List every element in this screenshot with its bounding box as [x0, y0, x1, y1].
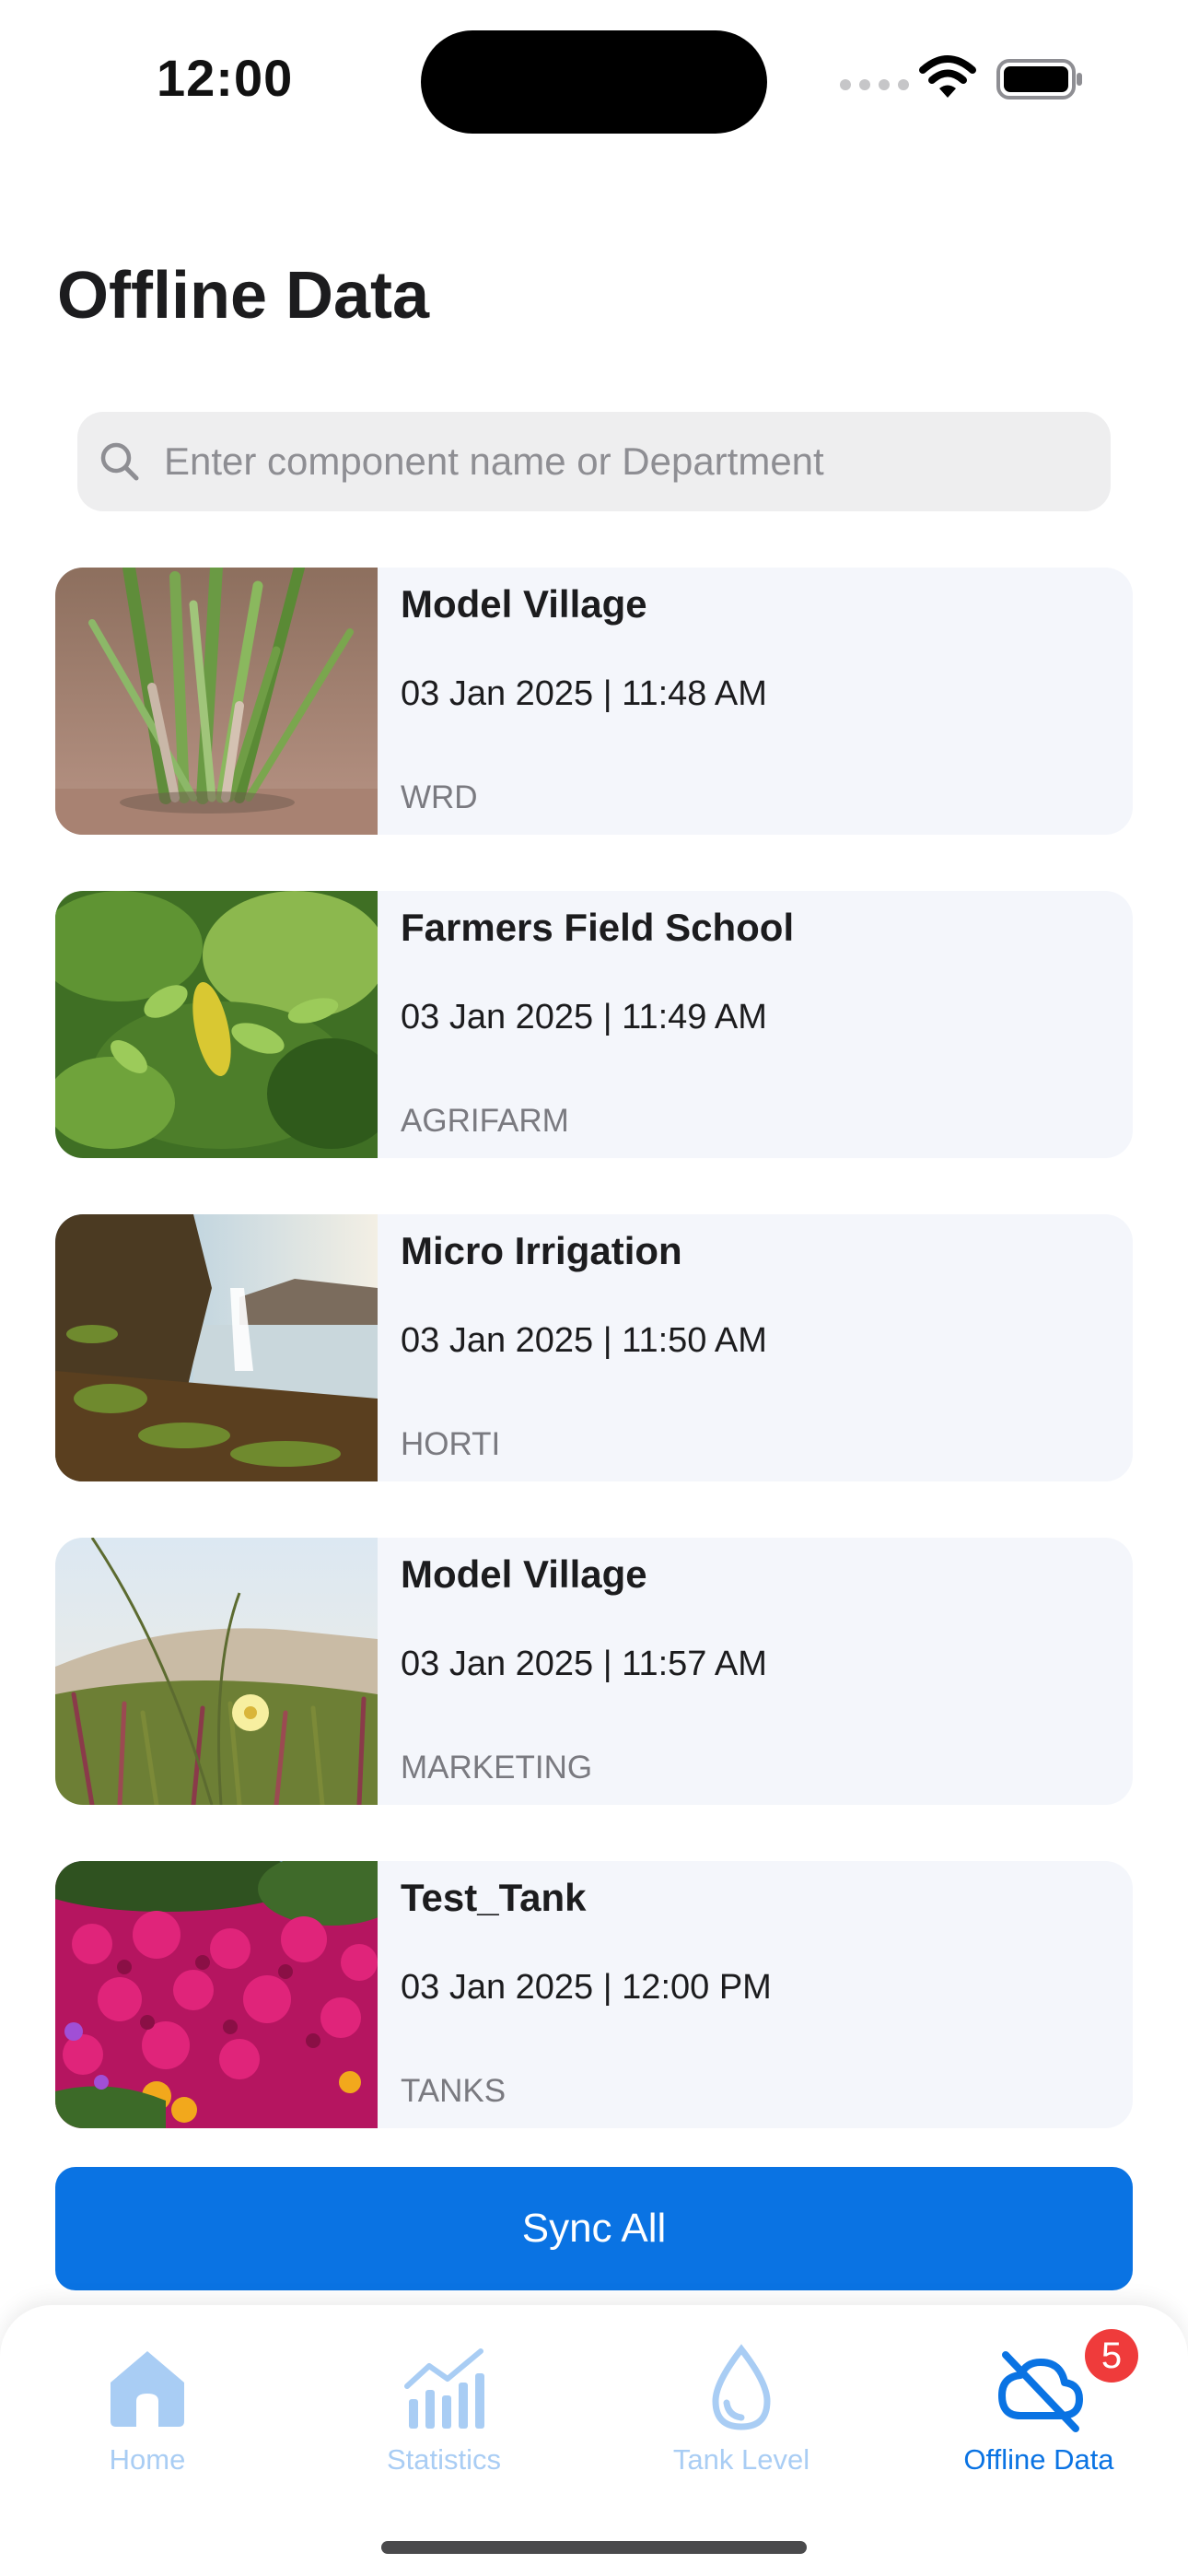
record-department: TANKS — [401, 2073, 507, 2109]
record-datetime: 03 Jan 2025 | 11:57 AM — [401, 1645, 767, 1683]
record-thumbnail — [55, 568, 378, 835]
search-bar[interactable] — [77, 412, 1111, 511]
offline-record-card[interactable]: Test_Tank 03 Jan 2025 | 12:00 PM TANKS — [55, 1861, 1133, 2128]
cloud-off-icon — [998, 2351, 1083, 2432]
page-title: Offline Data — [57, 259, 430, 333]
record-datetime: 03 Jan 2025 | 12:00 PM — [401, 1968, 772, 2007]
tab-label: Tank Level — [672, 2443, 810, 2476]
search-icon — [100, 442, 139, 481]
tab-bar: Home Statistics Tank Level 5 Offline Dat… — [0, 2305, 1188, 2576]
status-bar: 12:00 — [0, 0, 1188, 157]
home-indicator[interactable] — [381, 2541, 807, 2554]
chart-icon — [404, 2348, 484, 2429]
sync-all-button[interactable]: Sync All — [55, 2167, 1133, 2290]
record-title: Farmers Field School — [401, 906, 795, 949]
record-datetime: 03 Jan 2025 | 11:49 AM — [401, 998, 767, 1036]
dynamic-island — [421, 30, 767, 134]
record-title: Micro Irrigation — [401, 1229, 682, 1272]
cellular-signal-icon — [840, 79, 909, 90]
tab-statistics[interactable]: Statistics — [297, 2342, 591, 2508]
record-title: Model Village — [401, 1552, 647, 1596]
tab-label: Statistics — [386, 2443, 502, 2476]
record-thumbnail — [55, 1214, 378, 1481]
wifi-icon — [919, 55, 976, 98]
record-department: AGRIFARM — [401, 1103, 569, 1139]
status-time: 12:00 — [157, 49, 294, 107]
notification-badge: 5 — [1085, 2329, 1138, 2383]
record-thumbnail — [55, 891, 378, 1158]
offline-record-card[interactable]: Micro Irrigation 03 Jan 2025 | 11:50 AM … — [55, 1214, 1133, 1481]
record-title: Model Village — [401, 582, 647, 626]
tab-tank-level[interactable]: Tank Level — [594, 2342, 889, 2508]
record-department: MARKETING — [401, 1750, 593, 1786]
record-thumbnail — [55, 1538, 378, 1805]
search-input[interactable] — [162, 439, 1087, 485]
offline-record-card[interactable]: Farmers Field School 03 Jan 2025 | 11:49… — [55, 891, 1133, 1158]
record-department: HORTI — [401, 1426, 501, 1462]
record-thumbnail — [55, 1861, 378, 2128]
record-datetime: 03 Jan 2025 | 11:50 AM — [401, 1321, 767, 1360]
tab-home[interactable]: Home — [0, 2342, 295, 2508]
record-department: WRD — [401, 779, 478, 815]
home-icon — [111, 2351, 184, 2427]
offline-record-card[interactable]: Model Village 03 Jan 2025 | 11:48 AM WRD — [55, 568, 1133, 835]
tab-label: Home — [109, 2443, 186, 2476]
tab-label: Offline Data — [963, 2443, 1114, 2476]
record-datetime: 03 Jan 2025 | 11:48 AM — [401, 674, 767, 713]
water-drop-icon — [712, 2344, 771, 2430]
tab-offline-data[interactable]: 5 Offline Data — [891, 2329, 1186, 2508]
battery-icon — [996, 59, 1082, 100]
offline-record-card[interactable]: Model Village 03 Jan 2025 | 11:57 AM MAR… — [55, 1538, 1133, 1805]
record-title: Test_Tank — [401, 1876, 587, 1919]
